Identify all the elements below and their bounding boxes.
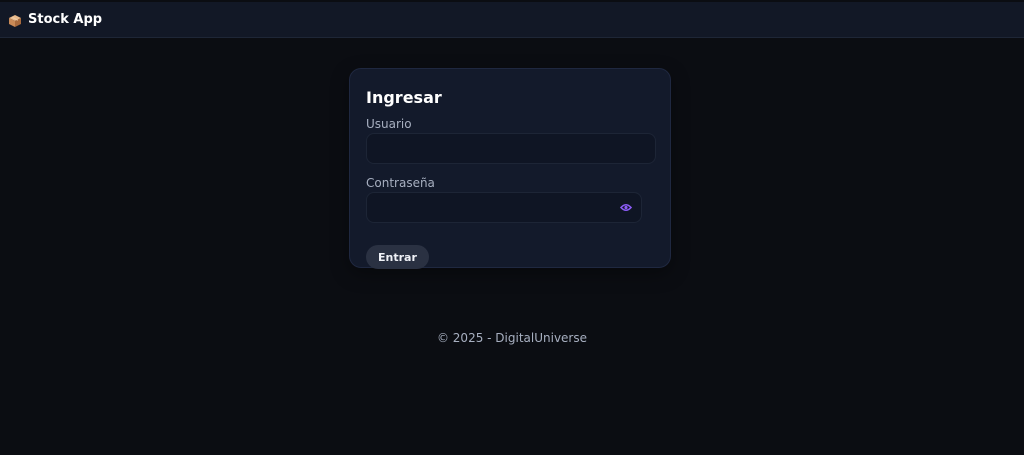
login-submit-button[interactable]: Entrar xyxy=(366,245,429,269)
login-card: Ingresar Usuario Contraseña Entrar xyxy=(349,68,671,269)
username-input[interactable] xyxy=(366,133,656,164)
package-icon xyxy=(8,13,22,27)
top-navbar: Stock App xyxy=(0,2,1024,38)
password-input[interactable] xyxy=(366,192,642,223)
password-field-group: Contraseña xyxy=(366,176,654,223)
username-field-group: Usuario xyxy=(366,117,656,164)
brand[interactable]: Stock App xyxy=(8,12,102,27)
password-label: Contraseña xyxy=(366,176,435,190)
footer-copyright: © 2025 - DigitalUniverse xyxy=(436,331,587,345)
username-label: Usuario xyxy=(366,117,412,131)
password-wrapper xyxy=(366,192,642,223)
login-title: Ingresar xyxy=(366,88,442,107)
eye-icon[interactable] xyxy=(618,200,634,214)
app-name: Stock App xyxy=(28,12,103,27)
